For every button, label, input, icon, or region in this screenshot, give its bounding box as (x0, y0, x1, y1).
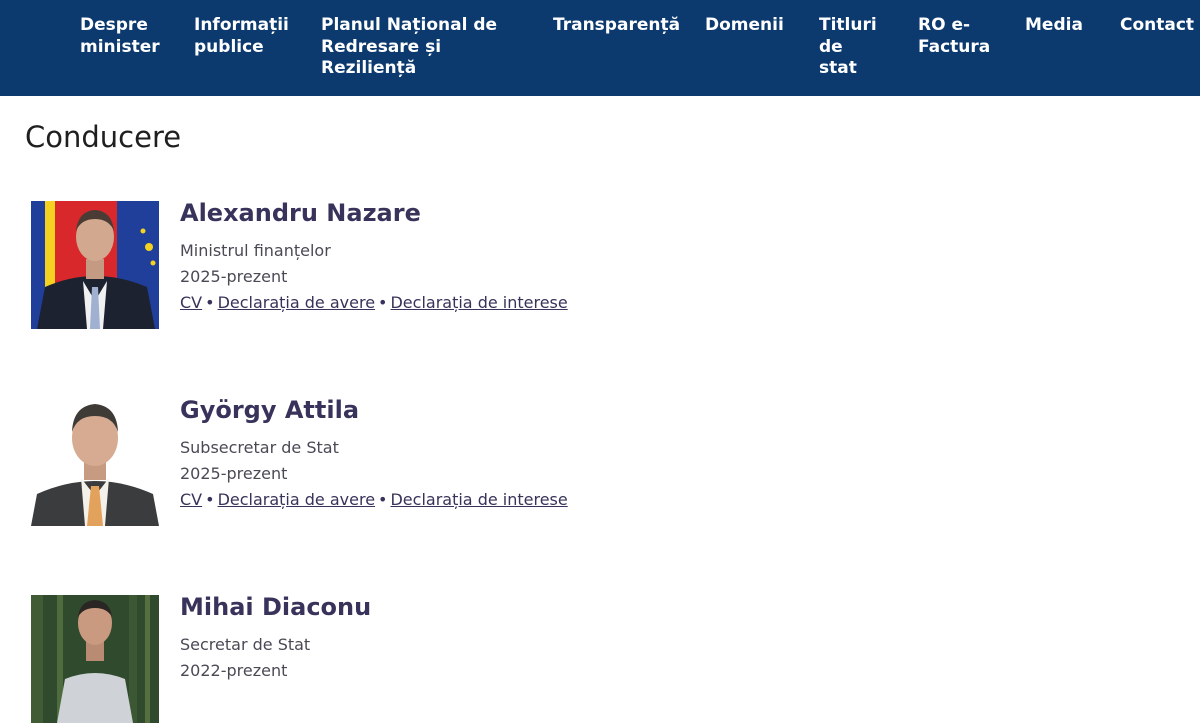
document-links: CV • Declarația de avere • Declarația de int… (180, 489, 568, 510)
declaratia-de-avere-link[interactable]: Declarația de avere (218, 293, 375, 312)
page-title: Conducere (25, 120, 182, 154)
nav-item-transparenta[interactable]: Transparență (553, 15, 680, 37)
leader-term: 2025-prezent (180, 267, 288, 286)
link-separator: • (205, 293, 215, 312)
cv-link[interactable]: CV (180, 293, 202, 312)
portrait-photo[interactable] (31, 201, 159, 329)
nav-item-contact[interactable]: Contact (1120, 15, 1194, 37)
link-separator: • (205, 490, 215, 509)
nav-item-informatii-publice[interactable]: Informații publice (194, 15, 289, 58)
nav-item-despre-minister[interactable]: Despre minister (80, 15, 160, 58)
leader-name: György Attila (180, 396, 360, 424)
leader-role: Secretar de Stat (180, 635, 311, 654)
nav-item-titluri-de-stat[interactable]: Titluri de stat (819, 15, 877, 80)
nav-item-ro-efactura[interactable]: RO e- Factura (918, 15, 990, 58)
link-separator: • (378, 490, 388, 509)
leader-term: 2022-prezent (180, 661, 288, 680)
leader-term: 2025-prezent (180, 464, 288, 483)
cv-link[interactable]: CV (180, 490, 202, 509)
leader-card: György Attila Subsecretar de Stat 2025-p… (31, 396, 831, 528)
top-navigation-bar: Despre minister Informații publice Planul … (0, 0, 1200, 96)
portrait-photo[interactable] (31, 398, 159, 526)
leader-name: Alexandru Nazare (180, 199, 421, 227)
declaratia-de-avere-link[interactable]: Declarația de avere (218, 490, 375, 509)
link-separator: • (378, 293, 388, 312)
leader-role: Subsecretar de Stat (180, 438, 339, 457)
declaratia-de-interese-link[interactable]: Declarația de interese (390, 293, 567, 312)
portrait-photo[interactable] (31, 595, 159, 723)
leader-card: Alexandru Nazare Ministrul finanțelor 20… (31, 199, 831, 331)
nav-item-media[interactable]: Media (1025, 15, 1083, 37)
leader-card: Mihai Diaconu Secretar de Stat 2022-prez… (31, 593, 831, 725)
declaratia-de-interese-link[interactable]: Declarația de interese (390, 490, 567, 509)
nav-item-pnrr[interactable]: Planul Național de Redresare și Reziliență (321, 15, 497, 80)
nav-item-domenii[interactable]: Domenii (705, 15, 784, 37)
leader-name: Mihai Diaconu (180, 593, 372, 621)
document-links: CV • Declarația de avere • Declarația de int… (180, 292, 568, 313)
leader-role: Ministrul finanțelor (180, 241, 331, 260)
